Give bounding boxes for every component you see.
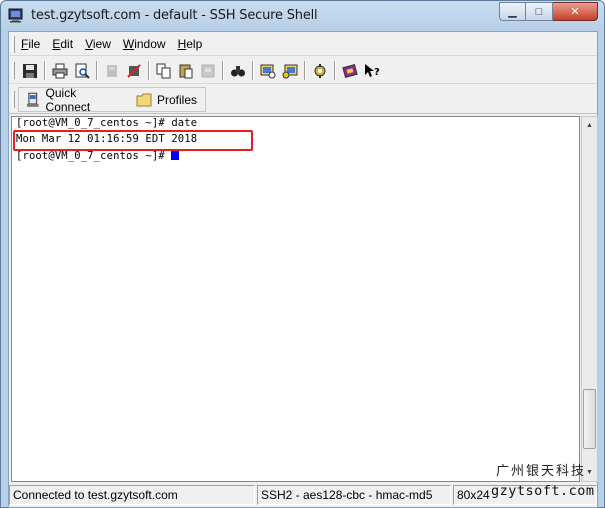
menu-window[interactable]: Window — [123, 37, 166, 51]
copy-button[interactable] — [153, 60, 175, 81]
find-icon — [231, 65, 245, 76]
quick-connect-label: Quick Connect — [45, 85, 91, 114]
caption-buttons: ▁ □ ✕ — [499, 2, 598, 21]
context-help-button[interactable]: ? — [361, 60, 383, 81]
help-book-button[interactable] — [339, 60, 361, 81]
settings-icon — [260, 64, 276, 78]
vertical-scrollbar[interactable]: ▲ ▼ — [581, 116, 598, 482]
toolbar-separator — [252, 61, 254, 80]
paste-disabled-button[interactable] — [197, 60, 219, 81]
svg-text:?: ? — [374, 67, 380, 78]
profiles-label: Profiles — [156, 92, 197, 107]
maximize-icon: □ — [535, 5, 543, 18]
new-connection-icon — [127, 63, 141, 78]
client-area: File Edit View Window Help ? Quick Conne… — [8, 31, 598, 508]
help-book-icon — [342, 63, 358, 78]
toolbar: ? — [9, 57, 597, 84]
new-connection-button[interactable] — [123, 60, 145, 81]
sftp-button[interactable] — [309, 60, 331, 81]
minimize-icon: ▁ — [508, 6, 517, 18]
profile-settings-icon — [282, 64, 298, 78]
close-button[interactable]: ✕ — [553, 2, 598, 21]
profile-settings-button[interactable] — [279, 60, 301, 81]
sftp-icon — [314, 63, 326, 78]
toolbar-separator — [148, 61, 150, 80]
watermark-cn: 广州银天科技 — [496, 464, 587, 479]
scroll-thumb[interactable] — [583, 389, 596, 449]
menu-view[interactable]: View — [85, 37, 111, 51]
menu-bar: File Edit View Window Help — [9, 32, 597, 56]
toolbar-separator — [44, 61, 46, 80]
quickbar-grip[interactable] — [12, 91, 15, 108]
menu-file[interactable]: File — [21, 37, 40, 51]
ssh-app-icon — [8, 8, 23, 23]
paste-disabled-icon — [201, 64, 215, 77]
toolbar-separator — [304, 61, 306, 80]
title-bar[interactable]: test.gzytsoft.com - default - SSH Secure… — [1, 1, 604, 31]
close-icon: ✕ — [570, 6, 580, 18]
copy-icon — [156, 63, 171, 78]
quick-connect-group: Quick Connect Profiles — [18, 86, 206, 114]
paste-button[interactable] — [175, 60, 197, 81]
toolbar-grip[interactable] — [12, 62, 15, 79]
paste-icon — [179, 64, 193, 78]
settings-button[interactable] — [257, 60, 279, 81]
print-preview-icon — [75, 63, 90, 79]
quick-connect-icon — [26, 92, 39, 107]
menu-help[interactable]: Help — [178, 37, 203, 51]
menubar-grip[interactable] — [12, 36, 15, 53]
disconnect-icon — [107, 64, 117, 77]
find-button[interactable] — [227, 60, 249, 81]
toolbar-separator — [96, 61, 98, 80]
save-icon — [23, 63, 37, 78]
status-connection: Connected to test.gzytsoft.com — [9, 485, 255, 505]
context-help-icon: ? — [365, 63, 380, 78]
watermark-en: gzytsoft.com — [491, 483, 595, 499]
scroll-up-arrow[interactable]: ▲ — [582, 117, 597, 134]
maximize-button[interactable]: □ — [526, 2, 553, 21]
ssh-window: test.gzytsoft.com - default - SSH Secure… — [0, 0, 605, 508]
save-button[interactable] — [19, 60, 41, 81]
toolbar-separator — [334, 61, 336, 80]
quick-connect-button[interactable]: Quick Connect — [25, 86, 122, 114]
highlight-box — [13, 130, 253, 151]
toolbar-separator — [222, 61, 224, 80]
folder-icon — [136, 93, 152, 106]
terminal-line: [root@VM_0_7_centos ~]# date — [16, 117, 198, 129]
terminal-line: [root@VM_0_7_centos ~]# — [16, 150, 172, 162]
terminal-area[interactable]: [root@VM_0_7_centos ~]# date Mon Mar 12 … — [11, 116, 580, 482]
quick-connect-bar: Quick Connect Profiles — [9, 85, 597, 114]
print-button[interactable] — [49, 60, 71, 81]
print-icon — [52, 63, 68, 78]
menu-edit[interactable]: Edit — [52, 37, 73, 51]
minimize-button[interactable]: ▁ — [499, 2, 526, 21]
print-preview-button[interactable] — [71, 60, 93, 81]
status-cipher: SSH2 - aes128-cbc - hmac-md5 — [257, 485, 451, 505]
window-title: test.gzytsoft.com - default - SSH Secure… — [31, 8, 318, 23]
profiles-button[interactable]: Profiles — [136, 93, 197, 107]
disconnect-button[interactable] — [101, 60, 123, 81]
